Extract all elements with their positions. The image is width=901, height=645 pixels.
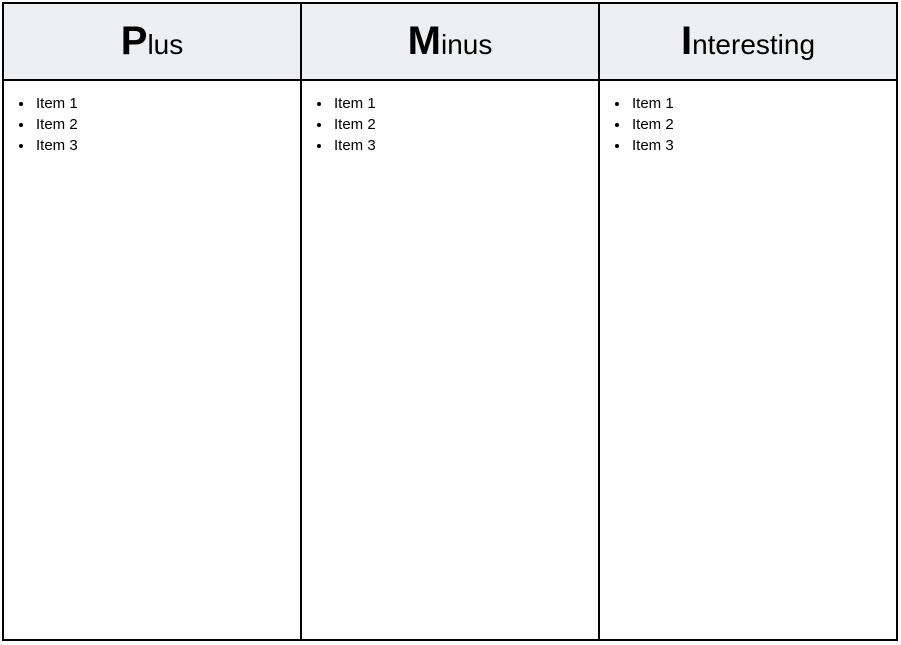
column-header-minus-title: Minus: [408, 21, 493, 63]
column-header-interesting-dropcap: I: [680, 18, 693, 63]
list-item[interactable]: Item 1: [630, 93, 896, 114]
column-header-interesting-rest: nteresting: [692, 28, 816, 60]
list-item[interactable]: Item 2: [630, 114, 896, 135]
column-header-minus: Minus: [302, 4, 600, 79]
column-body-minus[interactable]: Item 1 Item 2 Item 3: [302, 81, 600, 639]
column-header-plus-dropcap: P: [120, 18, 148, 63]
column-body-interesting[interactable]: Item 1 Item 2 Item 3: [600, 81, 896, 639]
column-body-plus[interactable]: Item 1 Item 2 Item 3: [4, 81, 302, 639]
list-item[interactable]: Item 1: [34, 93, 300, 114]
item-list-minus: Item 1 Item 2 Item 3: [302, 93, 598, 156]
list-item[interactable]: Item 2: [34, 114, 300, 135]
item-list-plus: Item 1 Item 2 Item 3: [4, 93, 300, 156]
column-header-interesting: Interesting: [600, 4, 896, 79]
column-header-plus-rest: lus: [147, 28, 184, 60]
list-item[interactable]: Item 3: [34, 135, 300, 156]
list-item[interactable]: Item 3: [630, 135, 896, 156]
list-item[interactable]: Item 2: [332, 114, 598, 135]
column-header-plus: Plus: [4, 4, 302, 79]
column-header-minus-rest: inus: [440, 28, 493, 60]
item-list-interesting: Item 1 Item 2 Item 3: [600, 93, 896, 156]
table-header-row: Plus Minus Interesting: [4, 4, 896, 81]
column-header-interesting-title: Interesting: [681, 21, 815, 63]
list-item[interactable]: Item 3: [332, 135, 598, 156]
column-header-plus-title: Plus: [121, 21, 183, 63]
pmi-table: Plus Minus Interesting Item 1 Item 2 Ite…: [2, 2, 898, 641]
table-body-row: Item 1 Item 2 Item 3 Item 1 Item 2 Item …: [4, 81, 896, 639]
list-item[interactable]: Item 1: [332, 93, 598, 114]
column-header-minus-dropcap: M: [407, 18, 441, 63]
